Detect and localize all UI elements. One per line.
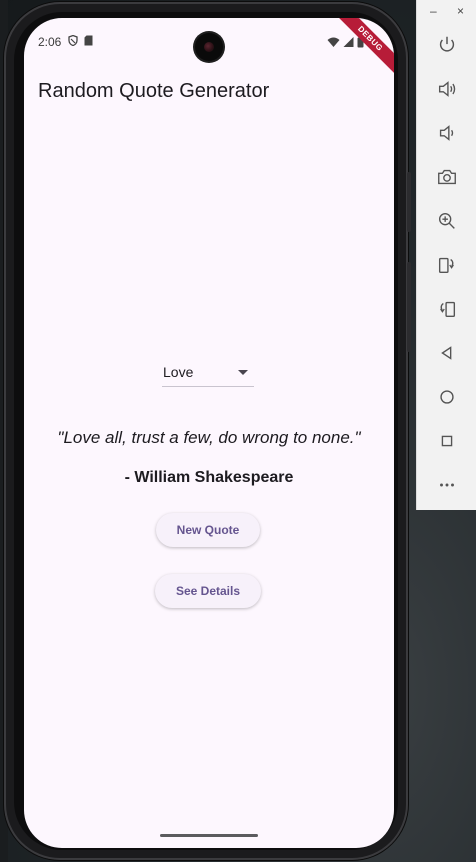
overview-icon[interactable] [435, 429, 459, 453]
rotate-right-icon[interactable] [435, 297, 459, 321]
power-side-button [407, 172, 411, 232]
rotate-left-icon[interactable] [435, 253, 459, 277]
more-icon[interactable] [435, 473, 459, 497]
shield-icon [68, 35, 78, 46]
phone-frame: 2:06 DEBUG Random Quote Generator Love "… [4, 2, 411, 860]
power-icon[interactable] [435, 33, 459, 57]
volume-side-button [407, 262, 411, 352]
front-camera [195, 33, 223, 61]
signal-icon [343, 37, 354, 47]
new-quote-button[interactable]: New Quote [156, 513, 260, 547]
caret-down-icon [238, 370, 248, 375]
minimize-button[interactable]: – [430, 4, 437, 18]
zoom-icon[interactable] [435, 209, 459, 233]
quote-text: "Love all, trust a few, do wrong to none… [57, 428, 361, 447]
close-button[interactable]: × [457, 4, 464, 18]
volume-down-icon[interactable] [435, 121, 459, 145]
status-time: 2:06 [38, 35, 62, 49]
emulator-toolbar: – × [416, 0, 476, 510]
phone-screen: 2:06 DEBUG Random Quote Generator Love "… [24, 18, 394, 848]
category-dropdown[interactable]: Love [162, 362, 254, 387]
wifi-icon [327, 37, 340, 47]
sd-card-icon [84, 35, 93, 46]
category-dropdown-value: Love [163, 364, 194, 380]
app-title: Random Quote Generator [38, 80, 270, 102]
camera-icon[interactable] [435, 165, 459, 189]
gesture-home-indicator[interactable] [160, 834, 258, 837]
see-details-button[interactable]: See Details [155, 574, 261, 608]
quote-author: - William Shakespeare [124, 469, 294, 486]
back-icon[interactable] [435, 341, 459, 365]
volume-up-icon[interactable] [435, 77, 459, 101]
home-icon[interactable] [435, 385, 459, 409]
